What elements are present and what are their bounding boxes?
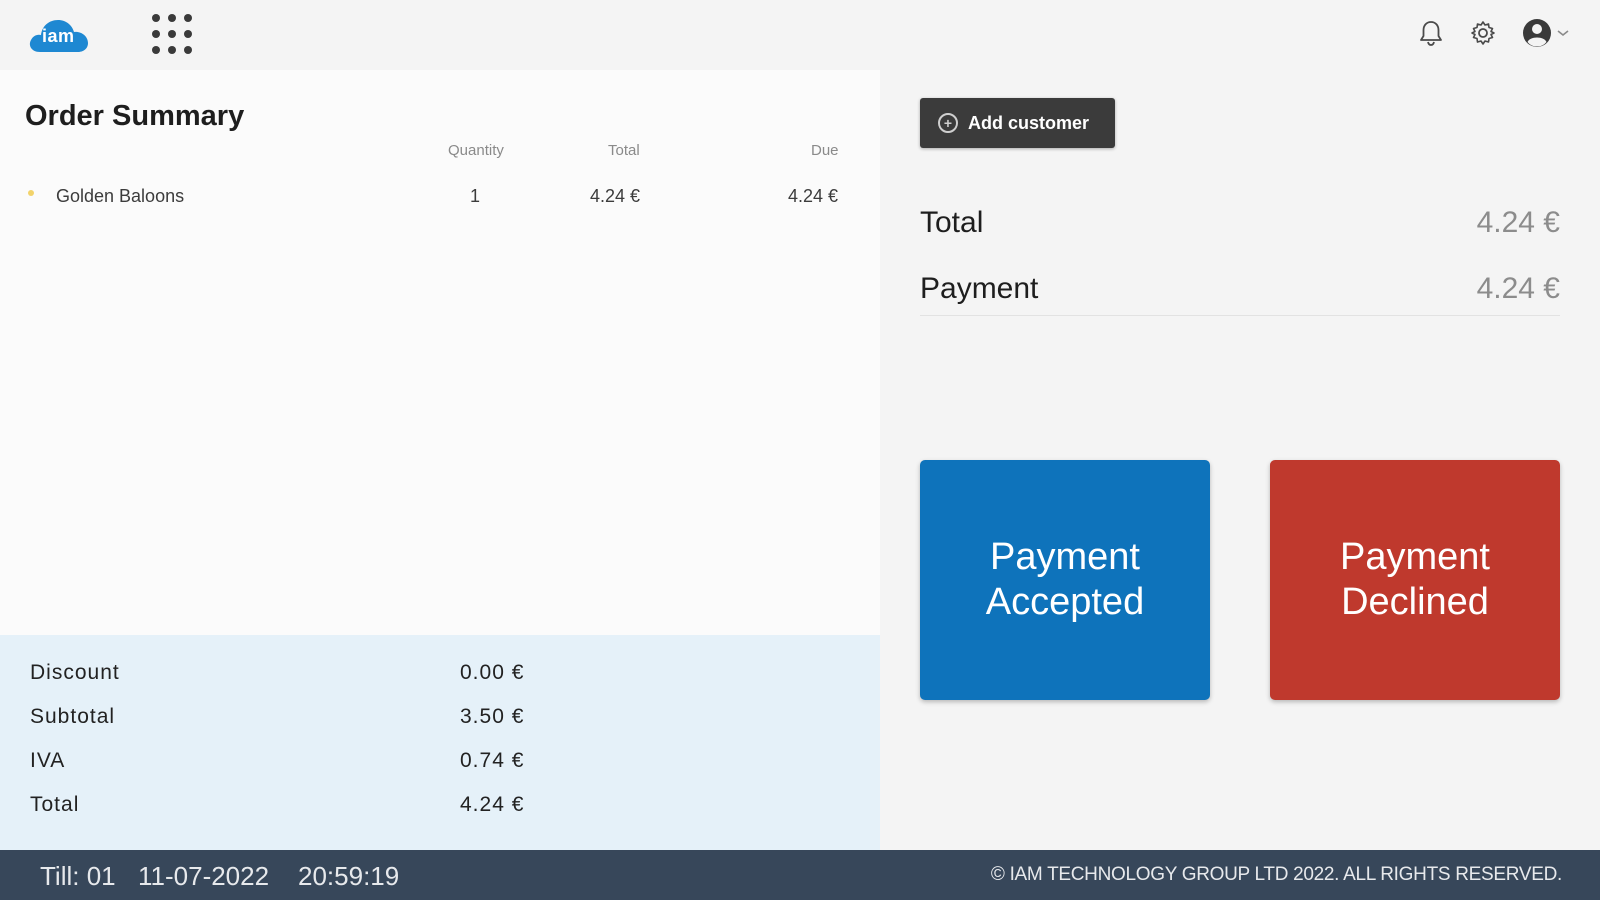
logo-text: iam: [42, 26, 75, 46]
summary-value: 0.00 €: [460, 661, 525, 684]
payment-total-row: Total 4.24 €: [920, 200, 1560, 250]
add-customer-button[interactable]: + Add customer: [920, 98, 1115, 148]
apps-dot: [152, 30, 160, 38]
payment-accepted-button[interactable]: Payment Accepted: [920, 460, 1210, 700]
summary-label: Discount: [30, 661, 120, 684]
add-circle-icon: +: [938, 113, 958, 133]
summary-row-iva: IVA 0.74 €: [30, 749, 550, 779]
summary-label: Total: [30, 793, 80, 816]
payment-declined-button[interactable]: Payment Declined: [1270, 460, 1560, 700]
apps-dot: [168, 30, 176, 38]
apps-dot: [152, 14, 160, 22]
gear-icon[interactable]: [1468, 16, 1498, 50]
copyright-text: © IAM TECHNOLOGY GROUP LTD 2022. ALL RIG…: [990, 864, 1562, 885]
payment-amount-label: Payment: [920, 272, 1039, 305]
till-number: Till: 01: [40, 861, 116, 891]
accept-label-line1: Payment: [990, 536, 1140, 578]
apps-dot: [184, 30, 192, 38]
item-quantity: 1: [470, 186, 481, 206]
payment-declined-label: Payment Declined: [1340, 535, 1490, 625]
column-header-total: Total: [608, 142, 640, 159]
apps-grid-button[interactable]: [150, 12, 194, 56]
bell-icon[interactable]: [1416, 16, 1446, 50]
payment-total-value: 4.24 €: [1476, 206, 1560, 239]
top-bar: iam: [0, 0, 1600, 70]
decline-label-line2: Declined: [1341, 581, 1489, 623]
column-header-quantity: Quantity: [448, 142, 504, 159]
footer-date: 11-07-2022: [138, 861, 270, 891]
summary-value: 3.50 €: [460, 705, 525, 728]
apps-dot: [184, 46, 192, 54]
apps-dot: [168, 46, 176, 54]
item-total: 4.24 €: [590, 186, 641, 206]
summary-row-discount: Discount 0.00 €: [30, 661, 550, 691]
order-panel: Order Summary Quantity Total Due Golden …: [0, 70, 880, 635]
apps-dot: [152, 46, 160, 54]
user-avatar-icon: [1523, 19, 1551, 47]
summary-label: IVA: [30, 749, 66, 772]
accept-label-line2: Accepted: [985, 581, 1145, 623]
add-customer-label: Add customer: [968, 112, 1090, 133]
item-name: Golden Baloons: [56, 186, 185, 206]
page-title: Order Summary: [25, 100, 245, 132]
summary-value: 4.24 €: [460, 793, 525, 816]
item-bullet-icon: [28, 190, 34, 196]
apps-dot: [184, 14, 192, 22]
summary-row-total: Total 4.24 €: [30, 793, 550, 823]
totals-summary: Discount 0.00 € Subtotal 3.50 € IVA 0.74…: [0, 635, 880, 850]
user-menu[interactable]: [1520, 16, 1572, 50]
payment-amount-value: 4.24 €: [1476, 272, 1560, 305]
iam-logo[interactable]: iam: [28, 12, 92, 56]
divider: [920, 315, 1560, 316]
footer-time: 20:59:19: [298, 861, 400, 891]
summary-value: 0.74 €: [460, 749, 525, 772]
top-right-icons: [1416, 16, 1572, 50]
payment-amount-row: Payment 4.24 €: [920, 266, 1560, 316]
chevron-down-icon: [1557, 30, 1569, 37]
item-due: 4.24 €: [788, 186, 839, 206]
column-header-due: Due: [811, 142, 839, 159]
apps-dot: [168, 14, 176, 22]
payment-accepted-label: Payment Accepted: [986, 535, 1144, 625]
summary-label: Subtotal: [30, 705, 116, 728]
payment-total-label: Total: [920, 206, 984, 239]
summary-row-subtotal: Subtotal 3.50 €: [30, 705, 550, 735]
status-footer: Till: 01 11-07-2022 20:59:19 © IAM TECHN…: [0, 850, 1600, 900]
decline-label-line1: Payment: [1340, 536, 1490, 578]
